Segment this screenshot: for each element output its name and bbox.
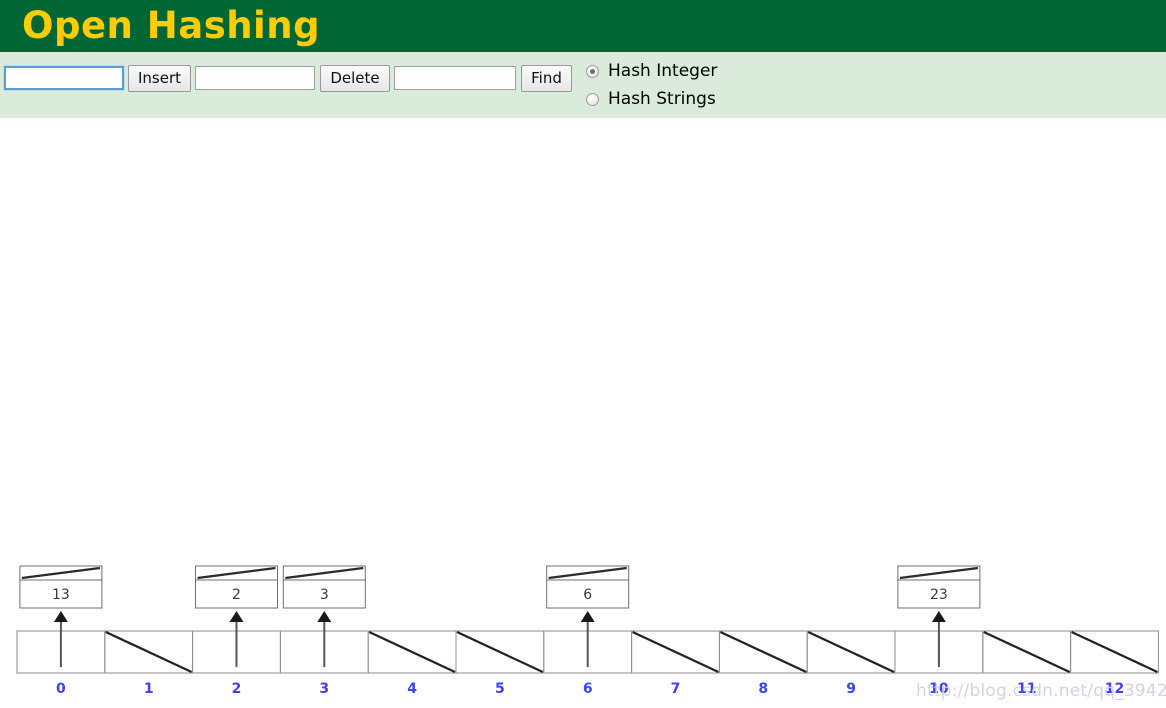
- insert-button[interactable]: Insert: [128, 65, 191, 92]
- null-pointer-slash-4: [368, 631, 456, 673]
- bucket-index-labels-group: 0 1 2 3 4 5 6 7 8 9 10 11 12: [56, 681, 1124, 697]
- radio-button-icon-hash-integer[interactable]: [586, 65, 599, 78]
- bucket-index-label-10: 10: [929, 681, 949, 697]
- bucket-index-label-7: 7: [671, 681, 681, 697]
- null-pointer-slash-12: [1071, 631, 1158, 673]
- radio-option-hash-integer[interactable]: Hash Integer: [586, 63, 717, 80]
- bucket-index-label-8: 8: [758, 681, 768, 697]
- delete-button[interactable]: Delete: [320, 65, 390, 92]
- app-header: Open Hashing: [0, 0, 1166, 52]
- bucket-arrow-head-6: [580, 611, 595, 622]
- delete-input[interactable]: [195, 66, 315, 90]
- radio-label-hash-strings: Hash Strings: [608, 89, 716, 109]
- bucket-index-label-2: 2: [232, 681, 242, 697]
- null-pointer-slash-8: [719, 631, 807, 673]
- bucket-arrow-head-0: [53, 611, 68, 622]
- insert-input[interactable]: [4, 66, 124, 90]
- bucket-arrow-head-2: [229, 611, 244, 622]
- hash-table-visualization-canvas[interactable]: 13 2 3 6 23 0 1 2 3 4 5 6 7 8 9 10 11 12: [0, 118, 1166, 708]
- null-pointer-slash-11: [983, 631, 1071, 673]
- null-pointer-slash-9: [807, 631, 895, 673]
- chain-node-value-10: 23: [930, 587, 948, 603]
- bucket-index-label-12: 12: [1105, 681, 1124, 697]
- radio-option-hash-strings[interactable]: Hash Strings: [586, 91, 716, 108]
- chain-node-value-6: 6: [583, 587, 592, 603]
- radio-label-hash-integer: Hash Integer: [608, 61, 718, 81]
- bucket-index-label-1: 1: [144, 681, 154, 697]
- find-input[interactable]: [394, 66, 516, 90]
- null-pointer-slash-7: [632, 631, 719, 673]
- chain-nodes-group: 13 2 3 6 23: [19, 565, 981, 609]
- bucket-index-label-0: 0: [56, 681, 66, 697]
- find-button[interactable]: Find: [521, 65, 572, 92]
- radio-button-icon-hash-strings[interactable]: [586, 93, 599, 106]
- chain-node-value-3: 3: [320, 587, 329, 603]
- bucket-index-label-11: 11: [1017, 681, 1036, 697]
- null-pointer-slash-5: [456, 631, 544, 673]
- bucket-index-label-9: 9: [846, 681, 856, 697]
- bucket-index-label-4: 4: [407, 681, 417, 697]
- chain-node-value-2: 2: [232, 587, 241, 603]
- bucket-arrow-head-10: [931, 611, 946, 622]
- bucket-pointer-arrows-group: [53, 611, 946, 667]
- hash-table-diagram: 13 2 3 6 23 0 1 2 3 4 5 6 7 8 9 10 11 12: [16, 565, 1159, 697]
- bucket-index-label-3: 3: [319, 681, 329, 697]
- bucket-index-label-6: 6: [583, 681, 593, 697]
- chain-node-value-0: 13: [52, 587, 70, 603]
- null-pointer-slash-1: [105, 631, 193, 673]
- bucket-arrow-head-3: [317, 611, 332, 622]
- bucket-index-label-5: 5: [495, 681, 505, 697]
- page-title: Open Hashing: [22, 4, 321, 47]
